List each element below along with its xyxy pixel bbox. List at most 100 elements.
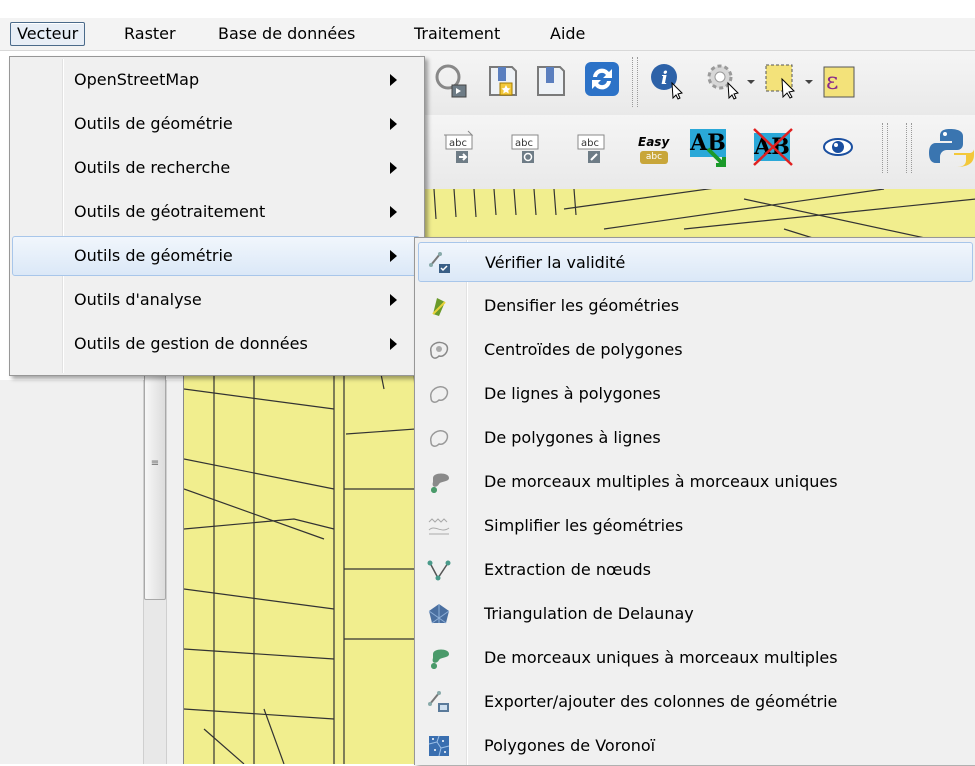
toolbar-top: i ε <box>420 51 975 115</box>
svg-text:abc: abc <box>515 138 533 149</box>
easy-label-text: Easy <box>638 135 670 149</box>
scroll-grip-icon: ≡ <box>150 458 160 469</box>
submenu-arrow-icon <box>390 162 397 174</box>
python-console-icon[interactable] <box>928 125 974 171</box>
menu-vecteur[interactable]: Vecteur <box>10 22 86 46</box>
chevron-down-icon[interactable] <box>804 77 814 87</box>
extract-nodes-icon <box>427 560 451 581</box>
menu-item-label: Outils d'analyse <box>74 290 202 309</box>
menu-item-outils-de-recherche[interactable]: Outils de recherche <box>12 148 420 188</box>
chevron-down-icon[interactable] <box>746 77 756 87</box>
toolbar-separator <box>882 123 888 173</box>
export-geometry-columns-icon <box>428 691 449 712</box>
simplify-icon <box>428 518 450 535</box>
submenu-item-verifier-validite[interactable]: Vérifier la validité <box>418 242 973 282</box>
submenu-item-delaunay[interactable]: Triangulation de Delaunay <box>418 594 973 634</box>
submenu-arrow-icon <box>390 206 397 218</box>
svg-text:ε: ε <box>826 67 838 95</box>
easy-sub-text: abc <box>640 151 668 164</box>
lines-to-polygons-icon <box>430 386 449 403</box>
easy-labeling-icon[interactable]: Easy abc <box>632 127 672 167</box>
menu-item-label: Outils de géométrie <box>74 114 233 133</box>
submenu-item-multiples-uniques[interactable]: De morceaux multiples à morceaux uniques <box>418 462 973 502</box>
toolbar-separator <box>906 123 912 173</box>
toolbar-separator <box>632 57 638 107</box>
single-to-multipart-icon <box>431 649 449 669</box>
top-strip <box>0 0 975 18</box>
submenu-item-label: Densifier les géométries <box>484 296 680 315</box>
submenu-item-polygones-lignes[interactable]: De polygones à lignes <box>418 418 973 458</box>
submenu-item-label: Vérifier la validité <box>485 253 626 272</box>
select-features-icon[interactable] <box>762 61 802 101</box>
toolbar-labels: abc abc abc Easy abc AB AB <box>420 115 975 189</box>
submenu-item-voronoi[interactable]: Polygones de Voronoï <box>418 726 973 766</box>
menu-item-label: OpenStreetMap <box>74 70 200 89</box>
submenu-item-label: Simplifier les géométries <box>484 516 684 535</box>
menu-item-label: Outils de géotraitement <box>74 202 266 221</box>
submenu-arrow-icon <box>390 250 397 262</box>
eye-icon[interactable] <box>818 127 858 167</box>
refresh-icon[interactable] <box>582 59 622 99</box>
select-by-expression-icon[interactable] <box>432 61 472 101</box>
submenu-item-centroides[interactable]: Centroïdes de polygones <box>418 330 973 370</box>
menu-item-label: Outils de recherche <box>74 158 231 177</box>
submenu-arrow-icon <box>390 74 397 86</box>
green-arrow-icon <box>706 147 726 167</box>
submenu-item-label: Polygones de Voronoï <box>484 736 656 755</box>
action-gear-icon[interactable] <box>704 61 744 101</box>
centroids-icon <box>430 341 449 359</box>
menu-item-label: Outils de gestion de données <box>74 334 308 353</box>
submenu-item-extraction-noeuds[interactable]: Extraction de nœuds <box>418 550 973 590</box>
delaunay-icon <box>428 604 450 624</box>
submenu-arrow-icon <box>390 338 397 350</box>
menu-item-outils-d-analyse[interactable]: Outils d'analyse <box>12 280 420 320</box>
red-cross-icon <box>753 128 793 166</box>
submenu-item-label: De morceaux uniques à morceaux multiples <box>484 648 838 667</box>
menu-item-openstreetmap[interactable]: OpenStreetMap <box>12 60 420 100</box>
densify-icon <box>432 298 446 316</box>
submenu-item-label: De polygones à lignes <box>484 428 661 447</box>
submenu-item-label: De morceaux multiples à morceaux uniques <box>484 472 838 491</box>
submenu-item-uniques-multiples[interactable]: De morceaux uniques à morceaux multiples <box>418 638 973 678</box>
menu-traitement[interactable]: Traitement <box>408 22 506 46</box>
multipart-to-single-icon <box>431 473 449 493</box>
check-validity-icon <box>429 252 450 273</box>
menu-item-outils-de-geotraitement[interactable]: Outils de géotraitement <box>12 192 420 232</box>
menu-item-outils-de-gestion-de-donnees[interactable]: Outils de gestion de données <box>12 324 420 364</box>
polygons-to-lines-icon <box>430 430 449 447</box>
submenu-item-label: De lignes à polygones <box>484 384 661 403</box>
submenu-item-densifier[interactable]: Densifier les géométries <box>418 286 973 326</box>
submenu-item-label: Extraction de nœuds <box>484 560 651 579</box>
svg-text:abc: abc <box>581 138 599 149</box>
menu-item-outils-de-geometrie[interactable]: Outils de géométrie <box>12 104 420 144</box>
submenu-item-label: Triangulation de Delaunay <box>484 604 694 623</box>
identify-icon[interactable]: i <box>648 61 688 101</box>
rotate-label-icon[interactable]: abc <box>506 127 546 167</box>
label-text-icon[interactable]: abc <box>440 127 480 167</box>
svg-text:abc: abc <box>449 138 467 149</box>
geometry-tools-submenu: Vérifier la validité Densifier les géomé… <box>414 237 975 765</box>
layer-icon[interactable] <box>532 61 572 101</box>
edit-label-icon[interactable]: abc <box>572 127 612 167</box>
svg-text:i: i <box>661 68 668 89</box>
submenu-arrow-icon <box>390 118 397 130</box>
menu-item-outils-de-geometrie-active[interactable]: Outils de géométrie <box>12 236 420 276</box>
menu-aide[interactable]: Aide <box>544 22 591 46</box>
ab-hide-label-icon[interactable]: AB <box>752 125 796 169</box>
scrollbar-thumb[interactable] <box>144 360 166 600</box>
submenu-item-label: Centroïdes de polygones <box>484 340 683 359</box>
menu-bar: Vecteur Raster Base de données Traitemen… <box>0 18 975 51</box>
menu-raster[interactable]: Raster <box>118 22 182 46</box>
menu-base-de-donnees[interactable]: Base de données <box>212 22 361 46</box>
submenu-item-simplifier[interactable]: Simplifier les géométries <box>418 506 973 546</box>
submenu-item-lignes-polygones[interactable]: De lignes à polygones <box>418 374 973 414</box>
submenu-arrow-icon <box>390 294 397 306</box>
select-by-expression-epsilon-icon[interactable]: ε <box>818 61 858 101</box>
submenu-item-exporter-colonnes[interactable]: Exporter/ajouter des colonnes de géométr… <box>418 682 973 722</box>
voronoi-icon <box>428 735 450 757</box>
vecteur-menu: OpenStreetMap Outils de géométrie Outils… <box>9 56 425 376</box>
menu-item-label: Outils de géométrie <box>74 246 233 265</box>
ab-label-icon[interactable]: AB <box>688 125 732 169</box>
submenu-item-label: Exporter/ajouter des colonnes de géométr… <box>484 692 838 711</box>
add-layer-icon[interactable] <box>484 61 524 101</box>
